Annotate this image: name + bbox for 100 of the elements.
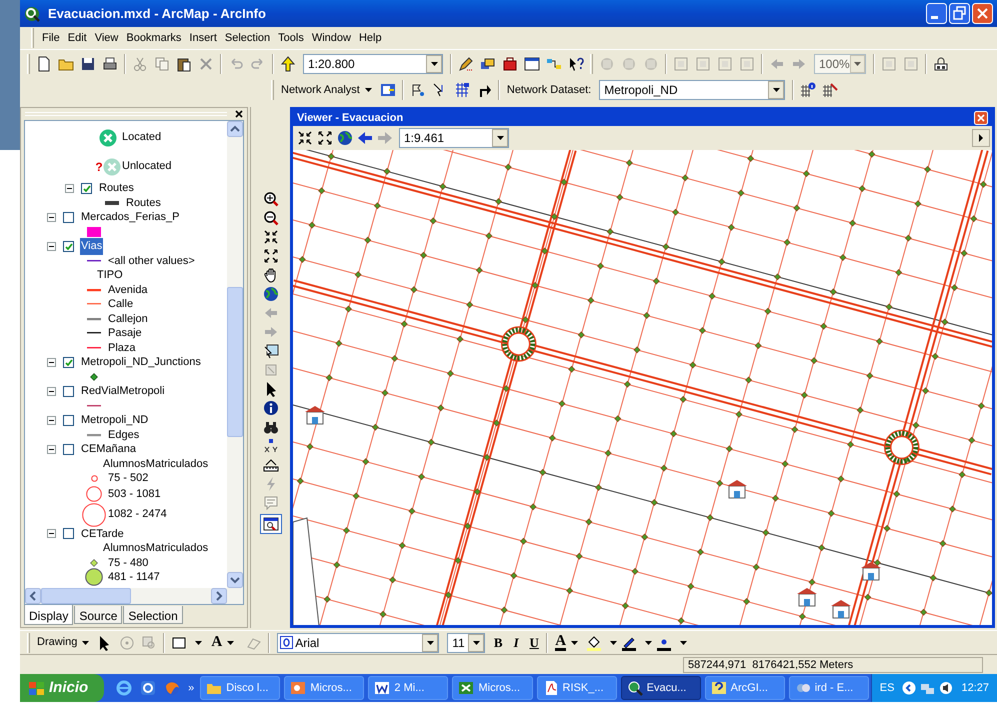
taskbar-button[interactable]: ArcGI... <box>704 676 785 700</box>
tab[interactable]: Display <box>24 605 74 625</box>
expander-toggle[interactable] <box>47 386 56 396</box>
copy-icon[interactable] <box>154 56 170 72</box>
command-window-icon[interactable] <box>524 56 540 72</box>
expander-toggle[interactable] <box>47 444 56 454</box>
menu-item[interactable]: Selection <box>222 30 274 46</box>
back-arrow-icon[interactable] <box>357 130 373 146</box>
font-size-combobox[interactable]: 11 <box>447 632 486 652</box>
menu-item[interactable]: Tools <box>275 30 307 46</box>
save-icon[interactable] <box>80 56 96 72</box>
layout-options-icon[interactable] <box>933 56 949 72</box>
taskbar-button[interactable]: Evacu... <box>620 676 701 700</box>
create-location-icon[interactable] <box>410 82 426 98</box>
menu-item[interactable]: File <box>39 30 63 46</box>
restore-button[interactable] <box>949 3 970 24</box>
dropdown-button[interactable] <box>426 54 442 72</box>
editor-pen-icon[interactable] <box>458 56 474 72</box>
layer-checkbox[interactable] <box>63 386 74 397</box>
speaker-icon[interactable] <box>939 681 954 695</box>
browser-e-icon[interactable] <box>140 680 156 696</box>
expander-toggle[interactable] <box>47 529 56 538</box>
chevron-left-icon[interactable] <box>902 681 916 695</box>
taskbar-button[interactable]: Disco l... <box>200 676 280 700</box>
zoom-percent-combobox[interactable]: 100% <box>814 54 866 74</box>
layer-name[interactable]: Metropoli_ND_Junctions <box>80 354 202 370</box>
dropdown-button[interactable] <box>492 129 508 147</box>
font-combobox[interactable]: Arial <box>277 632 440 652</box>
toolbox-icon[interactable] <box>502 56 518 72</box>
taskbar-button[interactable]: 2 Mi... <box>368 676 448 700</box>
taskbar-button[interactable]: RISK_... <box>536 676 617 700</box>
expander-toggle[interactable] <box>47 212 56 222</box>
format-button[interactable]: I <box>507 632 526 652</box>
scroll-down-icon[interactable] <box>227 572 243 588</box>
minimize-button[interactable] <box>926 3 947 24</box>
select-features-icon[interactable] <box>262 343 278 359</box>
go-to-xy-icon[interactable] <box>262 438 278 454</box>
layer-name[interactable]: CEMañana <box>80 441 138 458</box>
layer-checkbox[interactable] <box>63 528 74 540</box>
more-quick-launch-button[interactable]: » <box>188 680 194 696</box>
measure-icon[interactable] <box>262 457 278 473</box>
layer-name[interactable]: CETarde <box>80 526 125 542</box>
close-button[interactable] <box>974 111 988 125</box>
format-button[interactable]: B <box>489 632 508 652</box>
scale-combobox[interactable]: 1:20.800 <box>303 54 443 74</box>
layer-checkbox[interactable] <box>63 356 74 368</box>
taskbar-button[interactable]: Micros... <box>452 676 533 700</box>
fill-bucket-icon[interactable] <box>586 634 602 650</box>
layer-name[interactable]: Routes <box>98 180 135 196</box>
pan-hand-icon[interactable] <box>262 267 278 283</box>
dropdown-button[interactable] <box>422 634 438 652</box>
tab[interactable]: Selection <box>123 606 183 624</box>
zoom-out-icon[interactable] <box>262 210 278 226</box>
close-button[interactable] <box>972 3 993 24</box>
close-icon[interactable] <box>235 110 243 118</box>
build-network-icon[interactable] <box>454 82 470 98</box>
horizontal-scrollbar[interactable] <box>25 588 243 604</box>
identify-icon[interactable] <box>262 400 278 416</box>
menu-item[interactable]: Window <box>308 30 354 46</box>
dropdown-button[interactable] <box>850 54 865 72</box>
binoculars-icon[interactable] <box>262 419 278 435</box>
viewer-tool-button[interactable] <box>260 514 282 534</box>
expander-toggle[interactable] <box>47 242 56 251</box>
drawing-menu[interactable]: Drawing <box>33 632 94 652</box>
menu-item[interactable]: Bookmarks <box>123 30 184 46</box>
menu-item[interactable]: Insert <box>186 30 220 46</box>
whats-this-help-icon[interactable] <box>568 56 584 72</box>
rectangle-icon[interactable] <box>171 634 188 650</box>
taskbar-button[interactable]: Micros... <box>284 676 364 700</box>
layer-checkbox[interactable] <box>63 212 74 223</box>
scroll-left-icon[interactable] <box>25 588 41 604</box>
browser-e-icon[interactable] <box>116 680 132 696</box>
dropdown-button[interactable] <box>768 81 784 99</box>
layer-checkbox[interactable] <box>63 240 74 252</box>
layer-name[interactable]: Metropoli_ND <box>80 412 150 428</box>
taskbar-button[interactable]: ird - E... <box>788 676 869 700</box>
scroll-up-icon[interactable] <box>227 121 243 137</box>
layer-name[interactable]: RedVialMetropoli <box>80 383 166 400</box>
menu-item[interactable]: Help <box>356 30 385 46</box>
font-color-button[interactable]: A <box>555 634 580 651</box>
layer-name[interactable]: Vias <box>80 238 104 254</box>
layer-checkbox[interactable] <box>81 182 92 194</box>
new-document-icon[interactable] <box>36 56 52 72</box>
network-analyst-menu[interactable]: Network Analyst <box>277 80 377 100</box>
network-dataset-combobox[interactable]: Metropoli_ND <box>599 80 786 100</box>
layer-name[interactable]: Mercados_Ferias_P <box>80 209 180 226</box>
dropdown-button[interactable] <box>468 634 484 652</box>
menu-item[interactable]: View <box>92 30 122 46</box>
layer-checkbox[interactable] <box>63 444 74 455</box>
expander-toggle[interactable] <box>65 184 74 193</box>
paste-icon[interactable] <box>176 56 192 72</box>
zoom-in-icon[interactable] <box>262 191 278 207</box>
expand-toolbar-button[interactable] <box>972 129 990 147</box>
expander-toggle[interactable] <box>47 416 56 425</box>
format-button[interactable]: U <box>525 632 544 652</box>
text-tool-button[interactable]: A <box>211 631 236 654</box>
tab[interactable]: Source <box>74 606 122 624</box>
scroll-right-icon[interactable] <box>211 588 227 604</box>
viewer-scale-combobox[interactable]: 1:9.461 <box>399 128 509 148</box>
vertical-scrollbar[interactable] <box>227 121 243 588</box>
